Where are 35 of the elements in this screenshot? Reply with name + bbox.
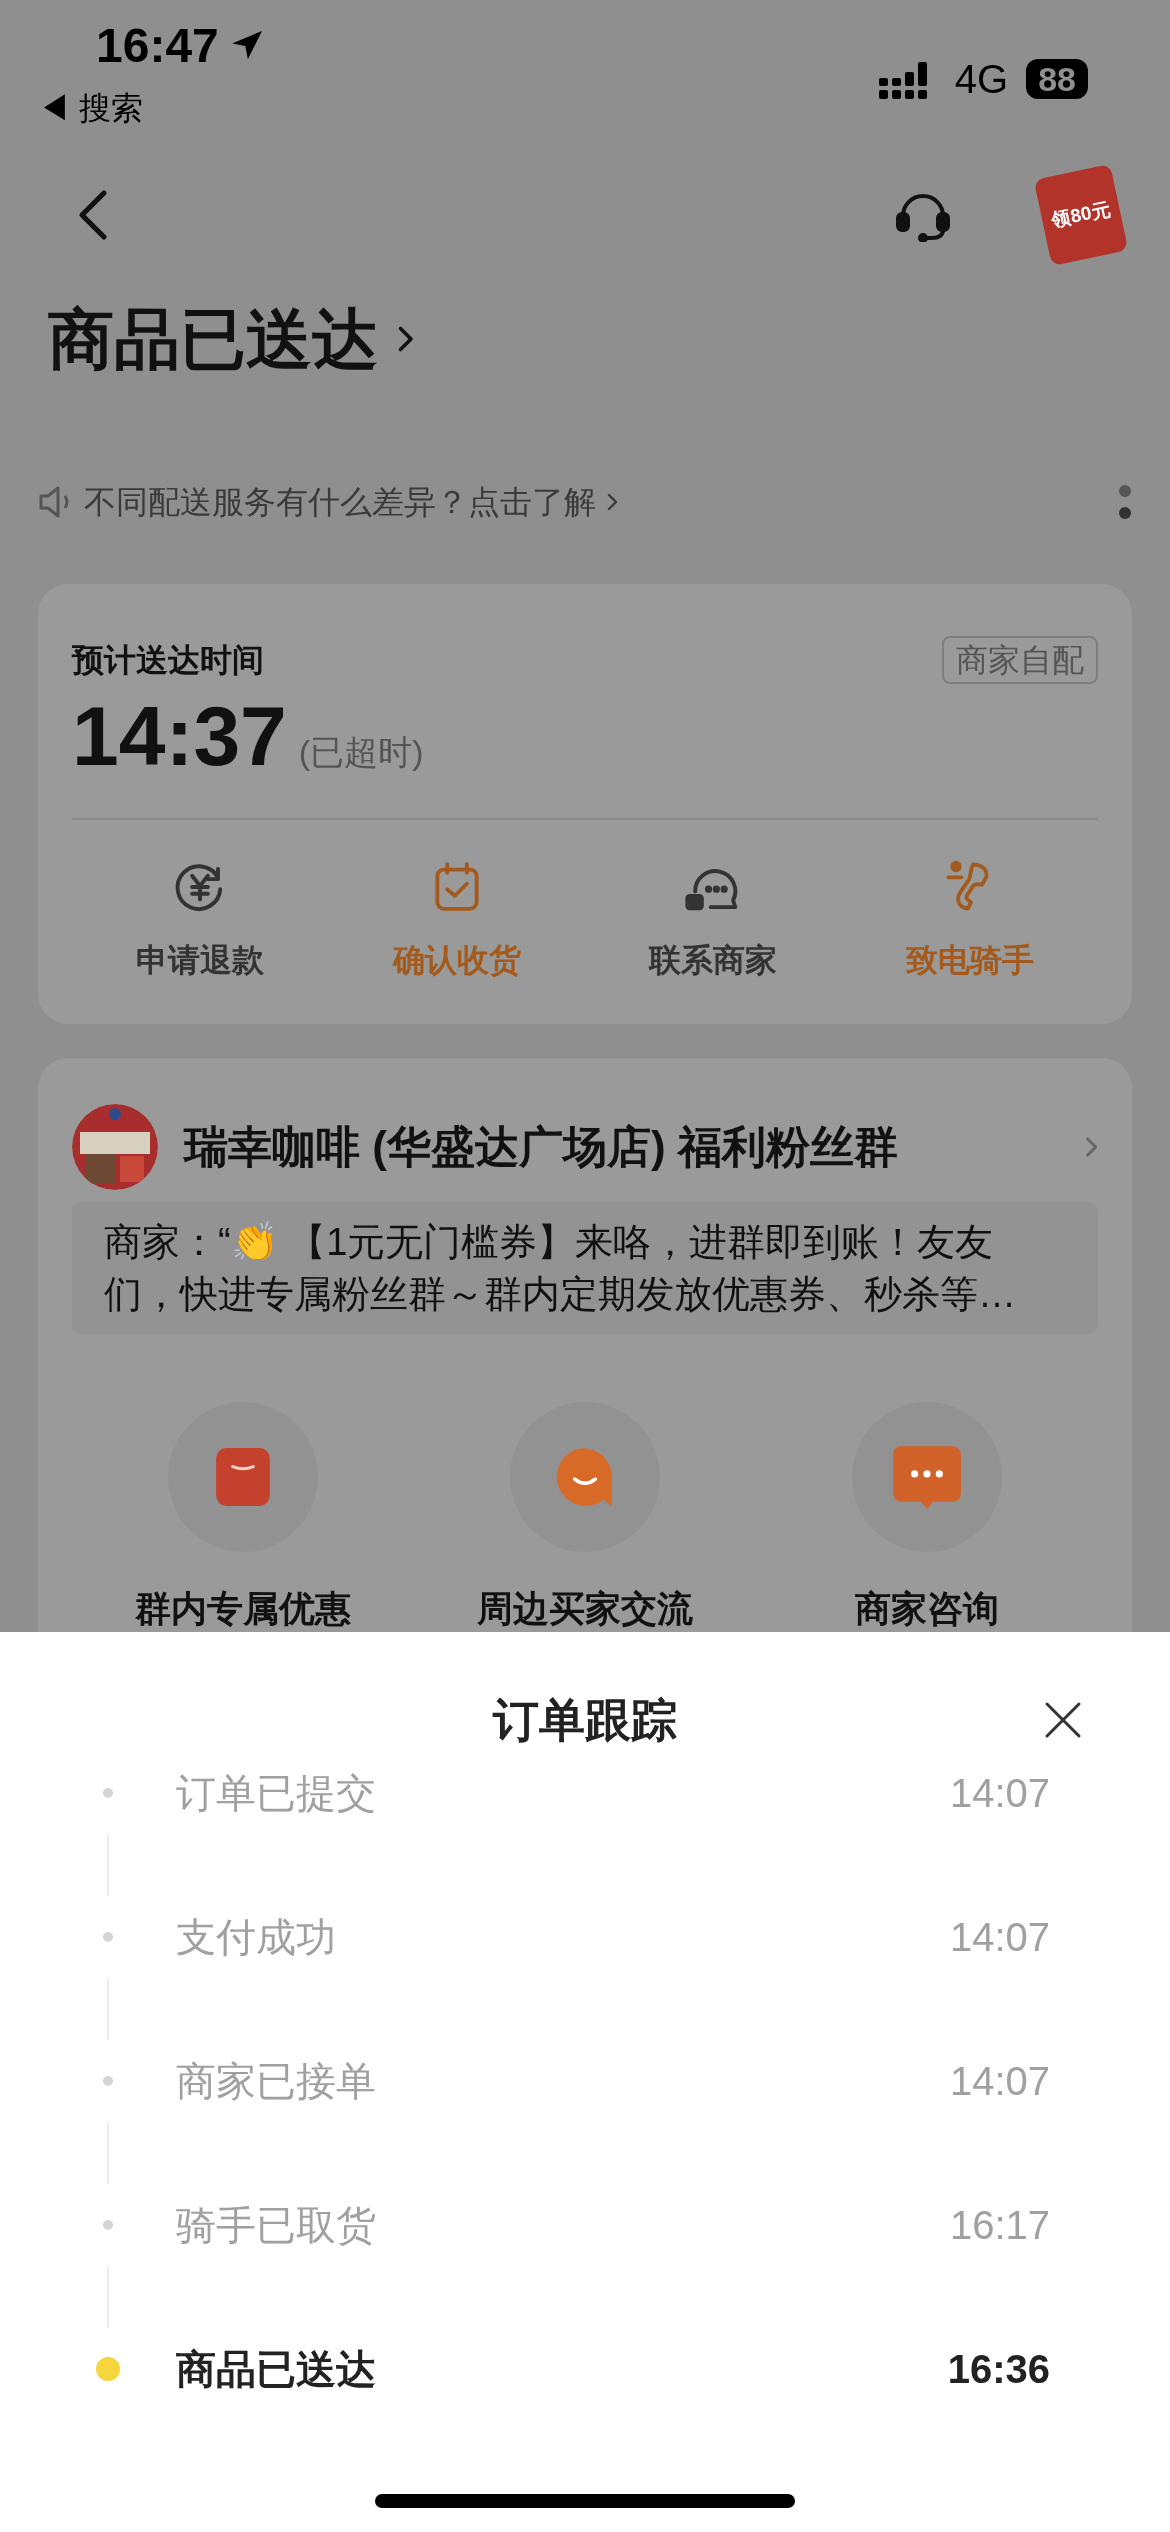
eta-time: 14:37	[72, 694, 287, 778]
delivery-notice-link[interactable]: 不同配送服务有什么差异？点击了解	[84, 478, 596, 526]
step-time: 16:36	[947, 2346, 1050, 2393]
coupon-badge[interactable]: 领80元	[1033, 163, 1129, 267]
more-icon[interactable]	[1118, 484, 1132, 520]
step-label: 支付成功	[176, 1914, 336, 1961]
step-label: 商品已送达	[176, 2346, 376, 2393]
back-to-app-link[interactable]: ◀ 搜索	[38, 84, 267, 132]
step-label: 骑手已取货	[176, 2202, 376, 2249]
group-feature-button[interactable]: 商家咨询	[756, 1402, 1098, 1636]
status-time: 16:47	[96, 22, 219, 70]
calendar-check-icon	[432, 860, 481, 914]
group-name[interactable]: 瑞幸咖啡 (华盛达广场店) 福利粉丝群	[184, 1114, 898, 1180]
order-status-title[interactable]: 商品已送达	[48, 306, 378, 372]
order-action-button[interactable]: 申请退款	[72, 860, 329, 984]
battery-indicator: 88	[1026, 59, 1088, 99]
order-action-button[interactable]: 联系商家	[585, 860, 842, 984]
sheet-title: 订单跟踪	[493, 1692, 677, 1748]
group-feature-button[interactable]: 群内专属优惠	[72, 1402, 414, 1636]
eta-label: 预计送达时间	[72, 641, 264, 680]
delivery-type-tag: 商家自配	[942, 636, 1098, 684]
group-feature-button[interactable]: 周边买家交流	[414, 1402, 756, 1636]
chevron-right-icon	[1084, 1134, 1098, 1160]
step-time: 16:17	[949, 2202, 1050, 2249]
overdue-note: (已超时)	[298, 732, 424, 773]
step-time: 14:07	[949, 2058, 1050, 2105]
chat-dots-icon	[891, 1444, 963, 1510]
network-type: 4G	[954, 59, 1009, 99]
step-time: 14:07	[949, 1770, 1050, 1817]
step-label: 商家已接单	[176, 2058, 376, 2105]
close-icon[interactable]	[1044, 1701, 1082, 1739]
chevron-right-icon	[606, 491, 618, 513]
group-message: 商家：“👏 【1元无门槛券】来咯，进群即到账！友友们，快进专属粉丝群～群内定期发放优惠券、秒杀等…	[72, 1202, 1098, 1334]
step-label: 订单已提交	[176, 1770, 376, 1817]
step-time: 14:07	[949, 1914, 1050, 1961]
